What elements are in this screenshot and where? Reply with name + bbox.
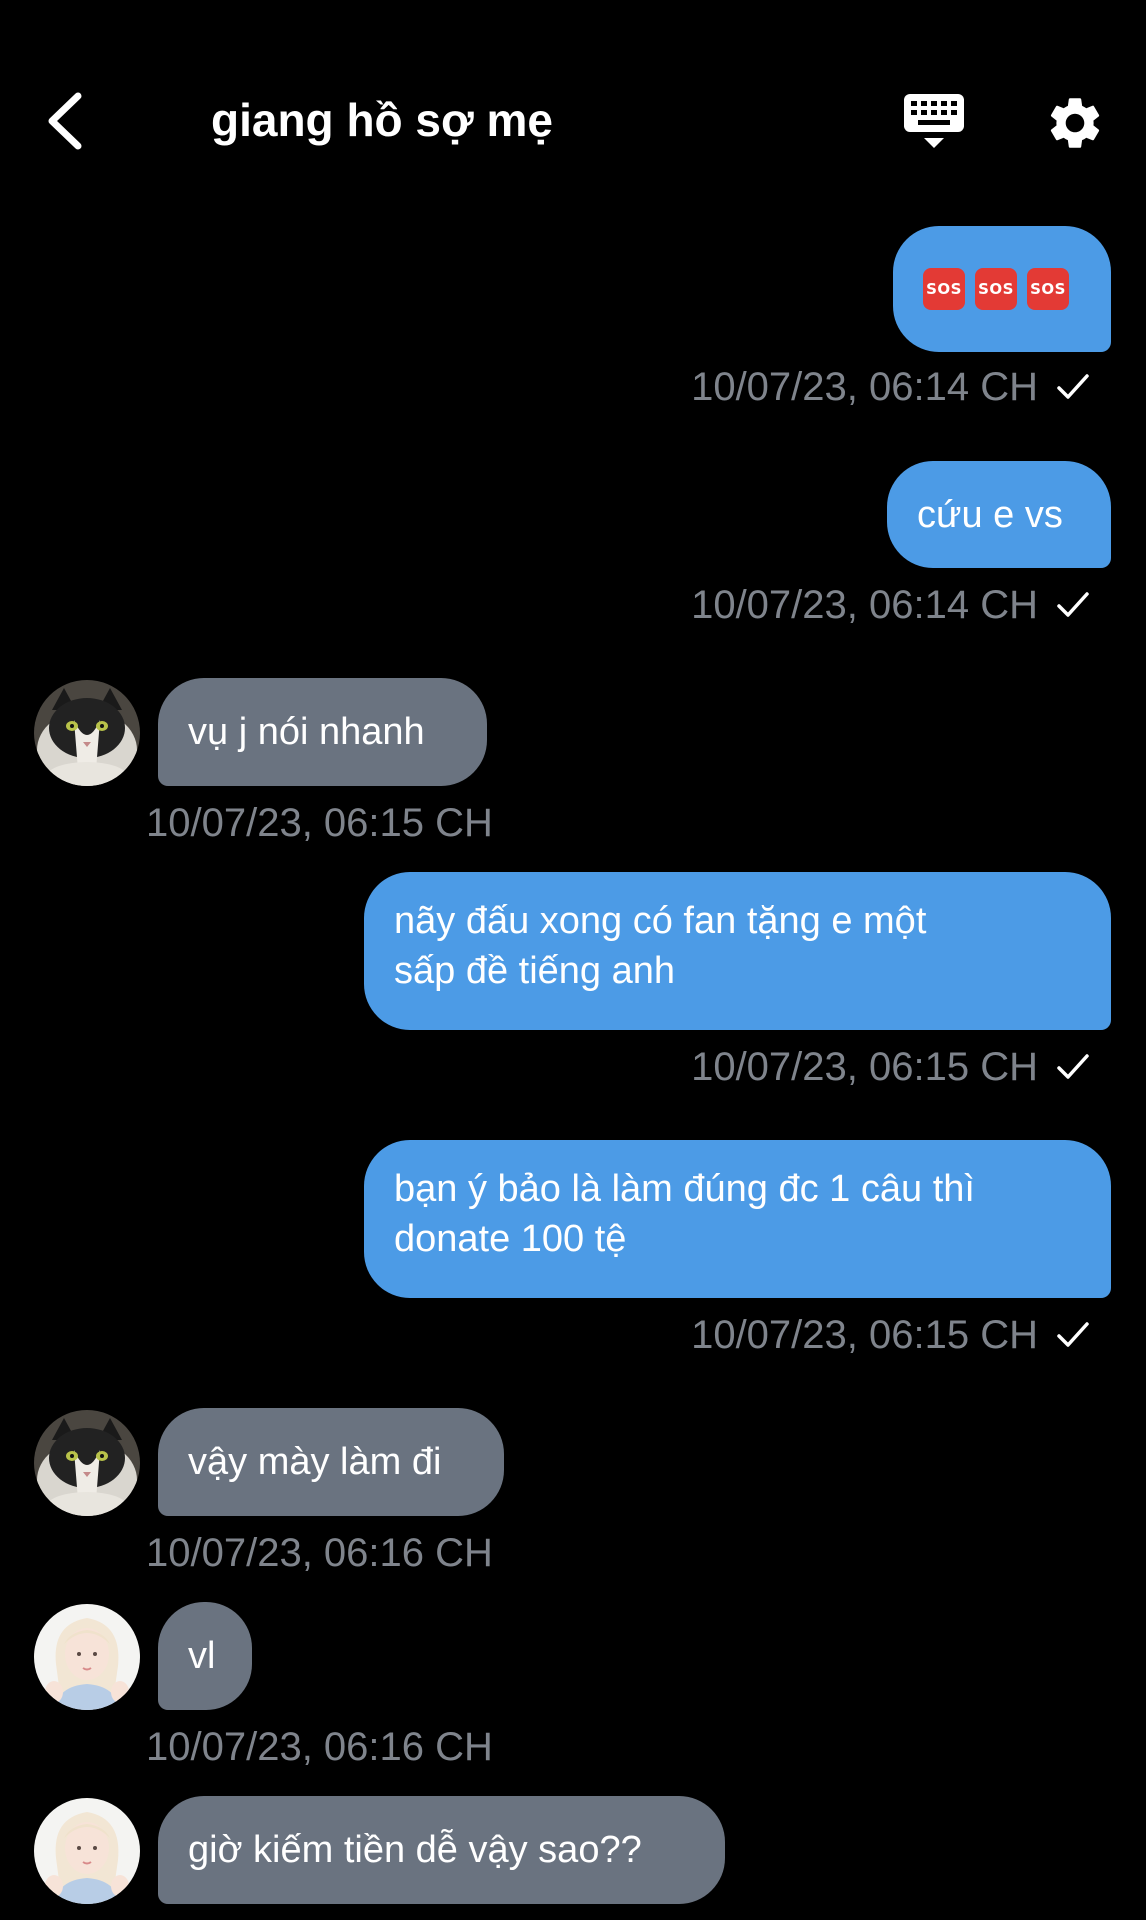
incoming-message[interactable]: vụ j nói nhanh xyxy=(158,678,487,786)
message-text: giờ kiếm tiền dễ vậy sao?? xyxy=(188,1829,642,1871)
chat-header: giang hồ sợ mẹ xyxy=(0,0,1146,200)
message-timestamp-row: 10/07/23, 06:15 CH xyxy=(691,1042,1090,1092)
sos-emoji: SOS xyxy=(923,268,965,310)
message-timestamp: 10/07/23, 06:15 CH xyxy=(691,1045,1038,1089)
sos-emoji: SOS xyxy=(1027,268,1069,310)
message-text: vl xyxy=(188,1635,216,1677)
message-timestamp-row: 10/07/23, 06:14 CH xyxy=(691,362,1090,412)
message-text-line: donate 100 tệ xyxy=(394,1218,627,1260)
sos-emoji: SOS xyxy=(975,268,1017,310)
message-timestamp: 10/07/23, 06:15 CH xyxy=(691,1313,1038,1357)
incoming-message[interactable]: vậy mày làm đi xyxy=(158,1408,504,1516)
sos-emoji-row: SOS SOS SOS xyxy=(923,268,1069,310)
outgoing-message[interactable]: bạn ý bảo là làm đúng đc 1 câu thì donat… xyxy=(364,1140,1111,1298)
check-icon xyxy=(1057,374,1089,399)
message-text: vậy mày làm đi xyxy=(188,1441,442,1483)
message-text-line: nãy đấu xong có fan tặng e một xyxy=(394,900,927,942)
check-icon xyxy=(1057,1054,1089,1079)
outgoing-message[interactable]: cứu e vs xyxy=(887,461,1111,568)
check-icon xyxy=(1057,1322,1089,1347)
incoming-message[interactable]: vl xyxy=(158,1602,252,1710)
message-timestamp: 10/07/23, 06:14 CH xyxy=(691,583,1038,627)
outgoing-message[interactable]: nãy đấu xong có fan tặng e một sấp đề ti… xyxy=(364,872,1111,1030)
message-timestamp: 10/07/23, 06:15 CH xyxy=(146,801,493,845)
chat-title: giang hồ sợ mẹ xyxy=(211,94,553,146)
girl-avatar[interactable] xyxy=(34,1798,140,1904)
message-timestamp: 10/07/23, 06:14 CH xyxy=(691,365,1038,409)
keyboard-button[interactable] xyxy=(902,90,966,154)
message-text: cứu e vs xyxy=(917,493,1063,536)
incoming-message[interactable]: giờ kiếm tiền dễ vậy sao?? xyxy=(158,1796,725,1904)
back-button[interactable] xyxy=(40,88,88,154)
keyboard-icon xyxy=(904,94,964,148)
chevron-left-icon xyxy=(48,92,82,150)
cat-avatar[interactable] xyxy=(34,1410,140,1516)
settings-button[interactable] xyxy=(1044,92,1106,154)
message-text-line: sấp đề tiếng anh xyxy=(394,950,676,992)
check-icon xyxy=(1057,592,1089,617)
cat-avatar[interactable] xyxy=(34,680,140,786)
message-timestamp: 10/07/23, 06:16 CH xyxy=(146,1531,493,1575)
message-text-line: bạn ý bảo là làm đúng đc 1 câu thì xyxy=(394,1168,975,1210)
message-timestamp-row: 10/07/23, 06:14 CH xyxy=(691,580,1090,630)
gear-icon xyxy=(1050,98,1100,148)
message-text: vụ j nói nhanh xyxy=(188,711,425,753)
message-timestamp-row: 10/07/23, 06:15 CH xyxy=(691,1310,1090,1360)
girl-avatar[interactable] xyxy=(34,1604,140,1710)
message-timestamp: 10/07/23, 06:16 CH xyxy=(146,1725,493,1769)
outgoing-message[interactable]: SOS SOS SOS xyxy=(893,226,1111,352)
